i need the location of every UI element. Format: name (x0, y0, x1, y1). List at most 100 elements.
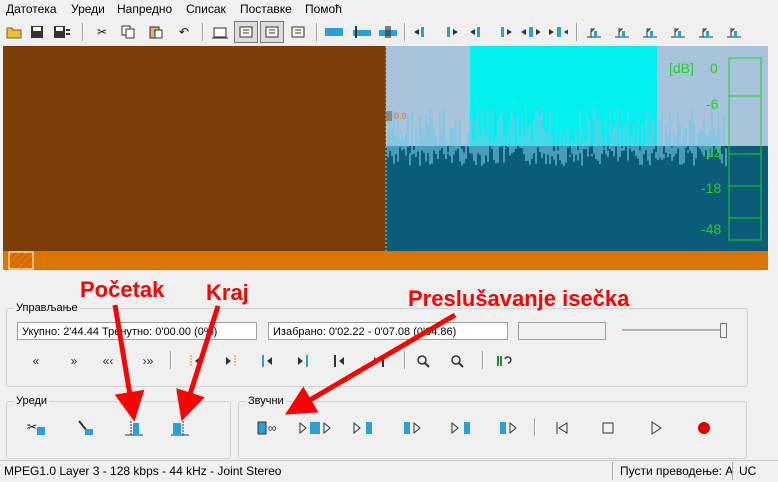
play-to-start-icon[interactable] (352, 417, 378, 439)
paste-icon[interactable] (146, 22, 166, 42)
unplayed-region (3, 46, 386, 251)
play-selection-icon[interactable] (298, 417, 338, 439)
toolbar-separator (316, 23, 318, 41)
undo-icon[interactable]: ↶ (174, 22, 194, 42)
play-from-start-icon[interactable] (402, 417, 428, 439)
annotation-end: Kraj (206, 280, 249, 305)
menu-help[interactable]: Помоћ (305, 2, 342, 16)
view-mode-3-icon[interactable] (288, 22, 308, 42)
menu-settings[interactable]: Поставке (240, 2, 292, 16)
control-panel-title: Управљање (14, 302, 80, 314)
wave-full-icon[interactable] (324, 22, 344, 42)
move-left-icon[interactable] (412, 22, 432, 42)
annotation-start: Početak (80, 277, 165, 302)
timeline-view-window[interactable] (8, 251, 34, 270)
fast-forward-icon[interactable]: ›» (136, 350, 160, 372)
zoom-out-icon[interactable] (446, 350, 470, 372)
expand-both-icon[interactable] (520, 22, 540, 42)
go-selection-end-icon[interactable] (218, 350, 242, 372)
play-selection-loop-icon[interactable]: ∞ (256, 417, 292, 439)
total-time-field: Укупно: 2'44.44 Тренутно: 0'00.00 (0%) (17, 322, 257, 340)
status-bar: MPEG1.0 Layer 3 - 128 kbps - 44 kHz - Jo… (0, 460, 778, 482)
toolbar: ✂ ↶ (0, 20, 778, 44)
expand-left-icon[interactable] (468, 22, 488, 42)
menu-advanced[interactable]: Напредно (117, 2, 172, 16)
set-end-icon[interactable] (168, 417, 192, 439)
marker-e-icon[interactable] (696, 22, 716, 42)
control-panel (6, 308, 748, 387)
play-icon[interactable] (644, 417, 668, 439)
toolbar-separator (404, 23, 406, 41)
copy-icon[interactable] (118, 22, 138, 42)
selection-field: Изабрано: 0'02.22 - 0'07.08 (0'04.86) (268, 322, 508, 340)
marker-d-icon[interactable] (668, 22, 688, 42)
view-mode-1-icon[interactable] (234, 21, 258, 43)
status-translator: Пусти преводење: А (620, 464, 734, 478)
marker-b-icon[interactable] (612, 22, 632, 42)
toolbar-separator (202, 23, 204, 41)
trim-icon[interactable] (74, 417, 98, 439)
db-tick-18: -18 (701, 180, 722, 196)
wave-left-icon[interactable] (352, 22, 372, 42)
sound-panel-title: Звучни (246, 395, 286, 407)
go-next-mark-icon[interactable] (290, 350, 314, 372)
menu-edit[interactable]: Уреди (71, 2, 105, 16)
cursor-marker[interactable] (386, 111, 392, 121)
marker-c-icon[interactable] (640, 22, 660, 42)
control-separator (170, 351, 172, 369)
annotation-preview: Preslušavanje isečka (408, 286, 630, 311)
volume-slider-thumb[interactable] (720, 323, 727, 338)
volume-slider-track[interactable] (622, 329, 724, 332)
menu-file[interactable]: Датотека (6, 2, 57, 16)
menu-bar: Датотека Уреди Напредно Списак Поставке … (0, 0, 778, 18)
play-to-end-icon[interactable] (450, 417, 476, 439)
save-icon[interactable] (28, 22, 48, 42)
view-mode-2-icon[interactable] (260, 21, 284, 43)
save-as-icon[interactable] (52, 22, 72, 42)
svg-text:∞: ∞ (268, 421, 277, 435)
go-start-icon[interactable] (328, 350, 352, 372)
rewind-icon[interactable]: « (24, 350, 48, 372)
waveform-canvas: 0.0 (3, 46, 768, 251)
marker-a-icon[interactable] (584, 22, 604, 42)
db-tick-12: -12 (701, 144, 722, 160)
status-divider (732, 462, 733, 480)
go-end-icon[interactable] (366, 350, 390, 372)
shrink-both-icon[interactable] (548, 22, 568, 42)
toolbar-separator (576, 23, 578, 41)
marker-f-icon[interactable] (724, 22, 744, 42)
menu-list[interactable]: Списак (186, 2, 226, 16)
control-separator (482, 351, 484, 369)
fast-rewind-icon[interactable]: «‹ (96, 350, 120, 372)
wave-select-icon[interactable] (378, 22, 398, 42)
progress-field (518, 322, 606, 340)
timeline-canvas (8, 251, 34, 270)
align-icon[interactable] (210, 22, 230, 42)
zoom-in-icon[interactable] (412, 350, 436, 372)
go-selection-start-icon[interactable] (184, 350, 208, 372)
expand-right-icon[interactable] (494, 22, 514, 42)
toolbar-separator (82, 23, 84, 41)
stop-icon[interactable] (596, 417, 620, 439)
status-divider (612, 462, 613, 480)
sound-separator (534, 418, 536, 436)
db-tick-48: -48 (701, 221, 722, 237)
open-folder-icon[interactable] (4, 22, 24, 42)
go-prev-mark-icon[interactable] (256, 350, 280, 372)
cut-selection-icon[interactable]: ✂ (26, 417, 50, 439)
control-separator (404, 351, 406, 369)
skip-start-icon[interactable] (550, 417, 574, 439)
db-tick-6: -6 (706, 96, 719, 112)
set-start-icon[interactable] (122, 417, 146, 439)
play-from-end-icon[interactable] (498, 417, 524, 439)
cursor-marker-label: 0.0 (394, 111, 407, 121)
edit-panel-title: Уреди (14, 395, 50, 407)
repeat-icon[interactable] (492, 350, 516, 372)
waveform-view[interactable]: 0.0 [dB] 0 -6 -12 -18 -48 (3, 46, 768, 251)
forward-icon[interactable]: » (62, 350, 86, 372)
cut-icon[interactable]: ✂ (92, 22, 112, 42)
record-icon[interactable] (692, 417, 716, 439)
timeline-overview[interactable] (3, 251, 768, 270)
move-right-icon[interactable] (440, 22, 460, 42)
db-unit-label: [dB] (669, 60, 694, 76)
